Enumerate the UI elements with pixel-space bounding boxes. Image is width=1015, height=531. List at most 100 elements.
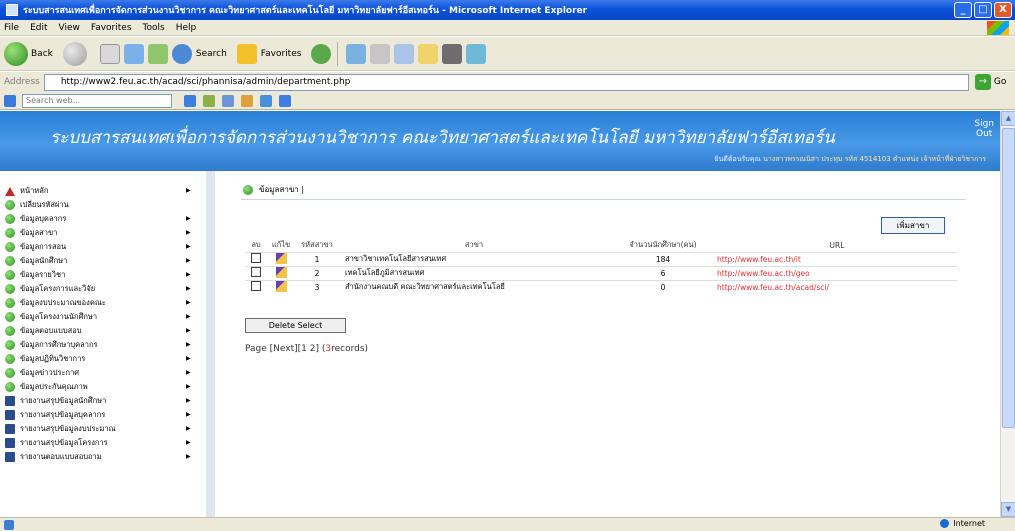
back-button[interactable]: Back bbox=[4, 41, 53, 66]
sidebar-item[interactable]: ข้อมูลการศึกษาบุคลากร ▶ bbox=[0, 338, 206, 352]
user-welcome: ยินดีต้อนรับคุณ bbox=[714, 155, 761, 163]
stop-icon[interactable] bbox=[99, 43, 120, 64]
submenu-arrow-icon: ▶ bbox=[186, 411, 191, 418]
submenu-arrow-icon: ▶ bbox=[186, 327, 191, 334]
sidebar-item[interactable]: หน้าหลัก ▶ bbox=[0, 184, 206, 198]
address-input[interactable] bbox=[43, 73, 969, 91]
submenu-arrow-icon: ▶ bbox=[186, 215, 191, 222]
sidebar-item-label: หน้าหลัก bbox=[20, 186, 49, 195]
pager-text[interactable]: Page [Next][1 2] ( bbox=[245, 344, 325, 354]
close-button[interactable]: X bbox=[994, 2, 1012, 18]
sidebar-item[interactable]: รายงานตอบแบบสอบถาม ▶ bbox=[0, 450, 206, 464]
maximize-button[interactable]: □ bbox=[974, 2, 992, 18]
search-go-icon[interactable] bbox=[184, 94, 196, 107]
sidebar-item[interactable]: รายงานสรุปข้อมูลงบประมาณ ▶ bbox=[0, 422, 206, 436]
sidebar-item[interactable]: ข้อมูลปฏิทินวิชาการ ▶ bbox=[0, 352, 206, 366]
sidebar-item[interactable]: ข้อมูลการสอน ▶ bbox=[0, 240, 206, 254]
address-label: Address bbox=[4, 77, 40, 87]
menu-favorites[interactable]: Favorites bbox=[91, 23, 132, 33]
sidebar-item-label: เปลี่ยนรหัสผ่าน bbox=[20, 200, 69, 209]
col-edit: แก้ไข bbox=[271, 240, 291, 250]
col-url: URL bbox=[829, 240, 845, 250]
heart-icon[interactable] bbox=[241, 94, 253, 107]
delete-checkbox[interactable] bbox=[251, 267, 261, 277]
sidebar-item[interactable]: รายงานสรุปข้อมูลบุคลากร ▶ bbox=[0, 408, 206, 422]
toolbar-separator bbox=[337, 41, 339, 66]
scroll-down-icon[interactable]: ▼ bbox=[1001, 502, 1015, 517]
delete-checkbox[interactable] bbox=[251, 281, 261, 292]
edit-icon[interactable] bbox=[275, 266, 287, 278]
sidebar-item[interactable]: ข้อมูลงบประมาณของคณะ ▶ bbox=[0, 296, 206, 310]
book-icon bbox=[5, 438, 15, 448]
sidebar-item[interactable]: ข้อมูลสาขา ▶ bbox=[0, 226, 206, 240]
edit-icon[interactable] bbox=[275, 280, 287, 292]
home-icon[interactable] bbox=[147, 43, 168, 64]
menu-edit[interactable]: Edit bbox=[30, 23, 47, 33]
scroll-thumb[interactable] bbox=[1002, 128, 1015, 428]
globe-icon[interactable] bbox=[260, 94, 272, 107]
messenger-icon[interactable] bbox=[466, 43, 487, 64]
student-count: 184 bbox=[609, 251, 717, 266]
menu-tools[interactable]: Tools bbox=[143, 23, 165, 33]
sidebar-item[interactable]: รายงานสรุปข้อมูลนักศึกษา ▶ bbox=[0, 394, 206, 408]
sidebar-item[interactable]: ข้อมูลข่าวประกาศ ▶ bbox=[0, 366, 206, 380]
highlight-icon[interactable] bbox=[203, 94, 215, 107]
sidebar-item[interactable]: ข้อมูลประกันคุณภาพ ▶ bbox=[0, 380, 206, 394]
dept-url-link[interactable]: http://www.feu.ac.th/it bbox=[717, 251, 957, 266]
sidebar-item-label: ข้อมูลการศึกษาบุคลากร bbox=[20, 340, 98, 349]
dept-name: เทคโนโลยีภูมิสารสนเทศ bbox=[339, 265, 609, 280]
edit-icon[interactable] bbox=[275, 252, 287, 264]
dept-url-link[interactable]: http://www.feu.ac.th/geo bbox=[717, 265, 957, 280]
sidebar-item-label: ข้อมูลงบประมาณของคณะ bbox=[20, 298, 106, 307]
page-status-icon bbox=[4, 519, 14, 530]
delete-select-button[interactable]: Delete Select bbox=[245, 318, 346, 333]
book-icon bbox=[5, 452, 15, 462]
forward-button[interactable] bbox=[62, 41, 90, 66]
page-scrollbar[interactable]: ▲ ▼ bbox=[1000, 111, 1015, 517]
delete-checkbox[interactable] bbox=[251, 253, 261, 263]
scroll-up-icon[interactable]: ▲ bbox=[1001, 111, 1015, 126]
sidebar-item-label: ข้อมูลการสอน bbox=[20, 242, 67, 251]
sidebar-item[interactable]: ข้อมูลโครงงานนักศึกษา ▶ bbox=[0, 310, 206, 324]
green-dot-icon bbox=[5, 298, 15, 308]
green-dot-icon bbox=[5, 256, 15, 266]
minimize-button[interactable]: _ bbox=[954, 2, 972, 18]
refresh-icon[interactable] bbox=[123, 43, 144, 64]
toolbar-logo-icon bbox=[4, 94, 16, 107]
news-icon[interactable] bbox=[222, 94, 234, 107]
folder-icon[interactable] bbox=[418, 43, 439, 64]
sidebar-item[interactable]: ข้อมูลบุคลากร ▶ bbox=[0, 212, 206, 226]
back-label: Back bbox=[31, 48, 53, 59]
search-label: Search bbox=[195, 48, 227, 59]
sidebar-item-label: ข้อมูลสาขา bbox=[20, 228, 58, 237]
sidebar-item[interactable]: ข้อมูลโครงการและวิจัย ▶ bbox=[0, 282, 206, 296]
dept-url-link[interactable]: http://www.feu.ac.th/acad/sci/ bbox=[717, 279, 957, 294]
print-icon[interactable] bbox=[370, 43, 391, 64]
green-dot-icon bbox=[5, 270, 15, 280]
sidebar-item[interactable]: เปลี่ยนรหัสผ่าน bbox=[0, 198, 206, 212]
menu-file[interactable]: File bbox=[4, 23, 19, 33]
submenu-arrow-icon: ▶ bbox=[186, 453, 191, 460]
sign-out-link[interactable]: Sign Out bbox=[974, 119, 994, 139]
history-icon[interactable] bbox=[311, 43, 332, 64]
search-button[interactable]: Search bbox=[171, 43, 227, 64]
sidebar-item[interactable]: ข้อมูลนักศึกษา ▶ bbox=[0, 254, 206, 268]
mail-icon[interactable] bbox=[346, 43, 367, 64]
favorites-button[interactable]: Favorites bbox=[236, 43, 301, 64]
info-icon[interactable] bbox=[279, 94, 291, 107]
student-count: 0 bbox=[609, 279, 717, 294]
submenu-arrow-icon: ▶ bbox=[186, 341, 191, 348]
go-button[interactable]: → Go bbox=[974, 74, 1006, 90]
web-search-input[interactable] bbox=[22, 93, 172, 108]
add-department-button[interactable]: เพิ่มสาขา bbox=[881, 217, 945, 234]
menu-view[interactable]: View bbox=[59, 23, 80, 33]
sidebar-item[interactable]: ข้อมูลรายวิชา ▶ bbox=[0, 268, 206, 282]
edit-page-icon[interactable] bbox=[394, 43, 415, 64]
col-dept-name: สาขา bbox=[464, 240, 484, 250]
sidebar-item-label: ข้อมูลตอบแบบสอบ bbox=[20, 326, 82, 335]
menu-help[interactable]: Help bbox=[176, 23, 197, 33]
star-icon bbox=[236, 43, 257, 64]
research-icon[interactable] bbox=[442, 43, 463, 64]
sidebar-item[interactable]: ข้อมูลตอบแบบสอบ ▶ bbox=[0, 324, 206, 338]
sidebar-item[interactable]: รายงานสรุปข้อมูลโครงการ ▶ bbox=[0, 436, 206, 450]
